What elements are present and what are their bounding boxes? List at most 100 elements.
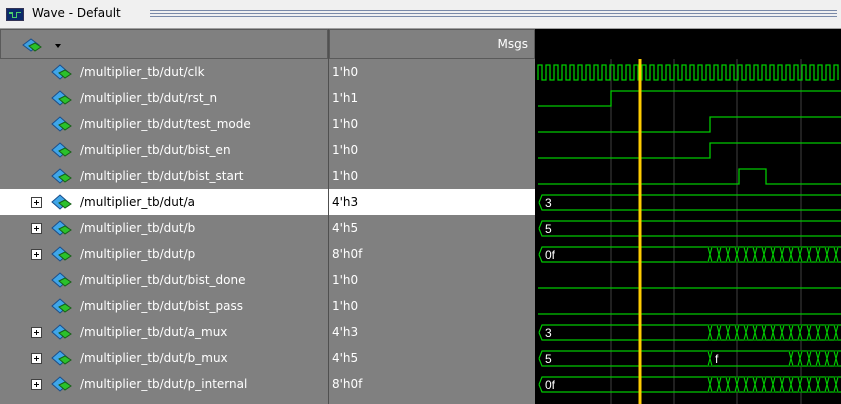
wave-p-internal-transition xyxy=(716,376,722,393)
signal-row[interactable]: /multiplier_tb/dut/test_mode xyxy=(0,111,328,137)
wave-a-mux-transition xyxy=(788,324,794,341)
wave-p-transition xyxy=(770,246,776,263)
wave-p-internal-transition xyxy=(743,376,749,393)
diamond-signal-icon xyxy=(51,142,72,158)
diamond-signal-icon xyxy=(51,116,72,132)
diamond-signal-icon xyxy=(51,194,72,210)
wave-p-internal-label: 0f xyxy=(545,378,556,392)
value-row[interactable]: 4'h3 xyxy=(329,319,535,345)
wave-a-mux-transition xyxy=(779,324,785,341)
column-divider[interactable] xyxy=(328,29,329,404)
wave-b xyxy=(538,220,841,237)
signal-list-header xyxy=(0,29,328,59)
wave-window-icon xyxy=(6,8,24,21)
wave-p-internal-transition xyxy=(815,376,821,393)
value-row[interactable]: 1'h0 xyxy=(329,163,535,189)
wave-p-transition xyxy=(788,246,794,263)
signal-row[interactable]: /multiplier_tb/dut/b_mux xyxy=(0,345,328,371)
expand-icon[interactable] xyxy=(31,353,42,364)
diamond-signal-icon xyxy=(51,324,72,340)
waveform-canvas[interactable]: 3 5 0f 3 5 f 0f xyxy=(536,59,841,404)
titlebar-grip xyxy=(150,10,837,19)
signal-name: /multiplier_tb/dut/bist_pass xyxy=(80,299,244,313)
expand-icon[interactable] xyxy=(31,379,42,390)
wave-bist-en xyxy=(538,142,841,159)
signal-value: 8'h0f xyxy=(332,247,363,261)
value-row[interactable]: 1'h0 xyxy=(329,267,535,293)
signal-menu-icon[interactable] xyxy=(21,36,65,54)
wave-test-mode xyxy=(538,116,841,133)
value-row[interactable]: 1'h0 xyxy=(329,111,535,137)
window-titlebar[interactable]: Wave - Default xyxy=(0,0,841,29)
wave-p-transition xyxy=(743,246,749,263)
wave-p xyxy=(538,246,841,263)
diamond-signal-icon xyxy=(51,246,72,262)
value-row[interactable]: 1'h0 xyxy=(329,293,535,319)
value-row[interactable]: 4'h3 xyxy=(329,189,535,215)
expand-icon[interactable] xyxy=(31,197,42,208)
wave-a-mux-transition xyxy=(752,324,758,341)
expand-icon[interactable] xyxy=(31,327,42,338)
wave-b-mux-transition xyxy=(833,350,839,367)
signal-name: /multiplier_tb/dut/b_mux xyxy=(80,351,228,365)
signal-row[interactable]: /multiplier_tb/dut/a_mux xyxy=(0,319,328,345)
wave-p-internal-transition xyxy=(806,376,812,393)
signal-value: 1'h0 xyxy=(332,143,359,157)
diamond-signal-icon xyxy=(51,272,72,288)
wave-a-mux-transition xyxy=(761,324,767,341)
expand-icon[interactable] xyxy=(31,249,42,260)
signal-value: 4'h3 xyxy=(332,325,359,339)
wave-a-mux-transition xyxy=(707,324,713,341)
wave-a-mux-transition xyxy=(824,324,830,341)
signal-row[interactable]: /multiplier_tb/dut/bist_pass xyxy=(0,293,328,319)
value-row[interactable]: 8'h0f xyxy=(329,241,535,267)
signal-row[interactable]: /multiplier_tb/dut/b xyxy=(0,215,328,241)
signal-row[interactable]: /multiplier_tb/dut/p xyxy=(0,241,328,267)
wave-b-mux-transition xyxy=(824,350,830,367)
signal-row[interactable]: /multiplier_tb/dut/bist_en xyxy=(0,137,328,163)
wave-p-internal-transition xyxy=(725,376,731,393)
wave-a-mux-transition xyxy=(806,324,812,341)
wave-p-transition xyxy=(761,246,767,263)
wave-b-mux xyxy=(538,350,841,367)
wave-p-transition xyxy=(806,246,812,263)
value-row[interactable]: 1'h0 xyxy=(329,59,535,85)
wave-p-internal-transition xyxy=(707,376,713,393)
wave-b-mux-label: 5 xyxy=(545,352,552,366)
signal-name: /multiplier_tb/dut/clk xyxy=(80,65,205,79)
wave-b-mux-transition xyxy=(806,350,812,367)
value-row[interactable]: 8'h0f xyxy=(329,371,535,397)
signal-row[interactable]: /multiplier_tb/dut/rst_n xyxy=(0,85,328,111)
signal-name: /multiplier_tb/dut/p_internal xyxy=(80,377,248,391)
signal-value: 1'h0 xyxy=(332,65,359,79)
value-row[interactable]: 4'h5 xyxy=(329,345,535,371)
wave-p-transition xyxy=(779,246,785,263)
signal-row[interactable]: /multiplier_tb/dut/a xyxy=(0,189,328,215)
wave-a-mux-transition xyxy=(725,324,731,341)
value-row[interactable]: 1'h1 xyxy=(329,85,535,111)
expand-icon[interactable] xyxy=(31,223,42,234)
wave-rst-n xyxy=(538,90,841,107)
wave-p-label: 0f xyxy=(545,248,556,262)
wave-a-mux-transition xyxy=(815,324,821,341)
waveform-pane[interactable]: 3 5 0f 3 5 f 0f xyxy=(536,59,841,404)
signal-value: 8'h0f xyxy=(332,377,363,391)
wave-p-transition xyxy=(824,246,830,263)
diamond-signal-icon xyxy=(51,350,72,366)
signal-row[interactable]: /multiplier_tb/dut/bist_done xyxy=(0,267,328,293)
signal-name: /multiplier_tb/dut/a xyxy=(80,195,196,209)
signal-name: /multiplier_tb/dut/test_mode xyxy=(80,117,251,131)
signal-row[interactable]: /multiplier_tb/dut/bist_start xyxy=(0,163,328,189)
value-row[interactable]: 1'h0 xyxy=(329,137,535,163)
signal-value: 4'h3 xyxy=(332,195,359,209)
signal-name: /multiplier_tb/dut/b xyxy=(80,221,196,235)
values-header: Msgs xyxy=(329,29,535,59)
value-row[interactable]: 4'h5 xyxy=(329,215,535,241)
wave-b-mux-transition xyxy=(707,350,713,367)
signal-row[interactable]: /multiplier_tb/dut/clk xyxy=(0,59,328,85)
signal-row[interactable]: /multiplier_tb/dut/p_internal xyxy=(0,371,328,397)
signal-value: 4'h5 xyxy=(332,221,359,235)
wave-p-transition xyxy=(833,246,839,263)
signal-name: /multiplier_tb/dut/bist_start xyxy=(80,169,244,183)
signal-name: /multiplier_tb/dut/a_mux xyxy=(80,325,228,339)
